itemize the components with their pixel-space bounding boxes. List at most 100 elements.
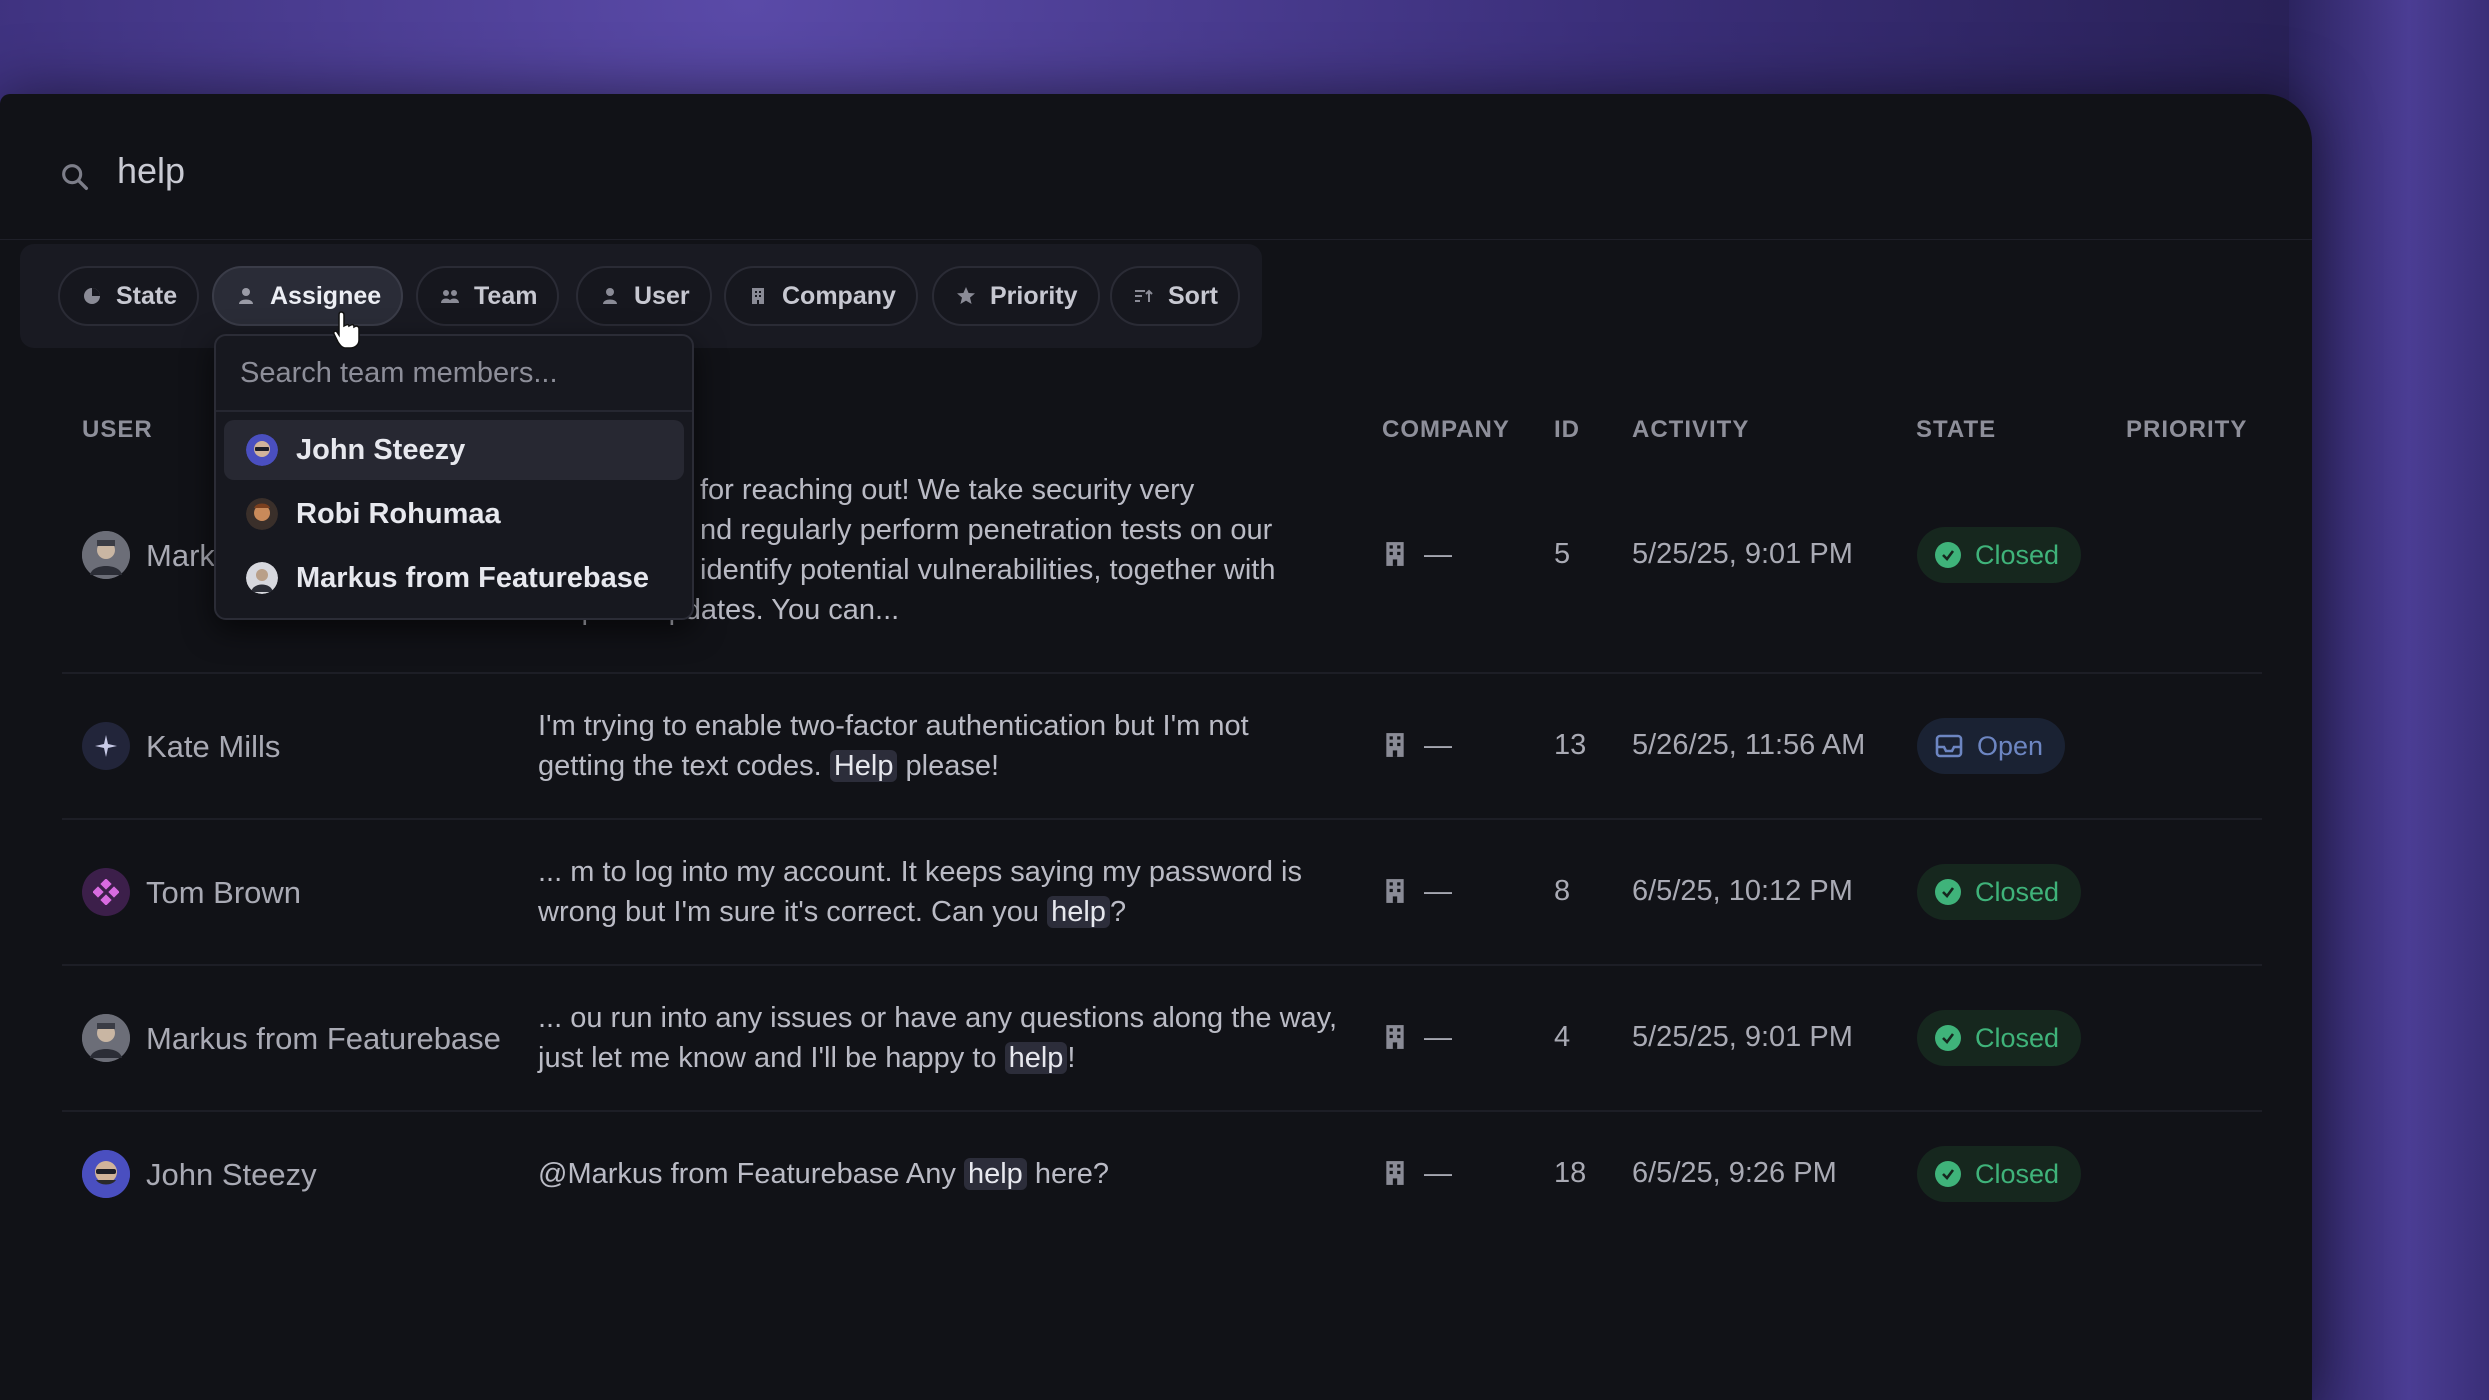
activity-time: 6/5/25, 10:12 PM: [1632, 875, 1853, 907]
team-icon: [441, 290, 459, 303]
status-badge[interactable]: Closed: [1917, 1010, 2082, 1066]
person-avatar-icon: [246, 434, 278, 466]
search-highlight: help: [1047, 896, 1110, 928]
filter-label: Assignee: [270, 281, 382, 310]
activity-time: 6/5/25, 9:26 PM: [1632, 1157, 1837, 1189]
ticket-id: 18: [1554, 1157, 1587, 1189]
search-highlight: help: [963, 1158, 1027, 1190]
sort-icon: [1135, 289, 1153, 302]
ticket-id: 5: [1554, 538, 1571, 570]
building-icon: [752, 288, 764, 304]
message-preview: ... ou run into any issues or have any q…: [538, 998, 1338, 1078]
filter-label: Priority: [990, 281, 1078, 310]
filter-label: Team: [474, 281, 538, 310]
building-icon: [1386, 1025, 1404, 1049]
ticket-id: 4: [1554, 1021, 1571, 1053]
assignee-dropdown: John Steezy Robi Rohumaa Markus from Fea…: [214, 334, 694, 620]
filter-sort-chip[interactable]: Sort: [1110, 266, 1240, 326]
building-icon: [1386, 542, 1404, 566]
user-name: John Steezy: [146, 1157, 317, 1192]
message-text: ... ou run into any issues or have any q…: [538, 1002, 1338, 1074]
header-id[interactable]: ID: [1554, 416, 1580, 444]
table-row[interactable]: Tom Brown ... m to log into my account. …: [62, 820, 2262, 966]
message-preview: @Markus from Featurebase Any help here?: [538, 1154, 1338, 1194]
table-row[interactable]: John Steezy @Markus from Featurebase Any…: [62, 1112, 2262, 1236]
star-icon: [957, 287, 975, 304]
member-name: Robi Rohumaa: [296, 497, 501, 530]
ticket-id: 13: [1554, 729, 1587, 761]
message-preview: I'm trying to enable two-factor authenti…: [538, 706, 1338, 786]
message-text: ... m to log into my account. It keeps s…: [538, 856, 1302, 928]
status-badge[interactable]: Closed: [1917, 1146, 2082, 1202]
status-label: Closed: [1975, 876, 2060, 907]
table-row[interactable]: Markus from Featurebase ... ou run into …: [62, 966, 2262, 1112]
status-label: Closed: [1975, 539, 2060, 570]
user-name: Tom Brown: [146, 875, 302, 910]
check-circle-icon: [1935, 542, 1961, 568]
background-strip: [2289, 0, 2489, 1400]
message-text: !: [1067, 1042, 1076, 1074]
filter-assignee-chip[interactable]: Assignee: [212, 266, 404, 326]
check-circle-icon: [1935, 1025, 1961, 1051]
filter-label: Company: [782, 281, 896, 310]
company-cell: —: [1384, 1021, 1452, 1053]
avatar: [82, 722, 130, 770]
status-label: Open: [1977, 730, 2044, 761]
company-cell: —: [1384, 1157, 1452, 1189]
status-badge[interactable]: Open: [1917, 718, 2066, 774]
company-value: —: [1424, 538, 1452, 569]
avatar: [82, 1150, 130, 1198]
search-highlight: help: [1004, 1042, 1068, 1074]
building-icon: [1386, 879, 1404, 903]
company-value: —: [1424, 1157, 1452, 1188]
diamond-pattern-icon: [93, 879, 119, 905]
search-panel: help State Assignee Team User Company Pr…: [0, 94, 2312, 1400]
building-icon: [1386, 1161, 1404, 1185]
team-member-search-input[interactable]: [216, 336, 692, 412]
user-name: Kate Mills: [146, 729, 281, 764]
company-cell: —: [1384, 538, 1452, 570]
company-cell: —: [1384, 729, 1452, 761]
filter-priority-chip[interactable]: Priority: [932, 266, 1100, 326]
ticket-id: 8: [1554, 875, 1571, 907]
dropdown-item-john-steezy[interactable]: John Steezy: [224, 420, 684, 480]
activity-time: 5/25/25, 9:01 PM: [1632, 538, 1853, 570]
header-user[interactable]: USER: [82, 416, 153, 444]
user-name: Markus from Featurebase: [146, 1021, 501, 1056]
filter-user-chip[interactable]: User: [576, 266, 712, 326]
company-value: —: [1424, 729, 1452, 760]
filter-label: State: [116, 281, 178, 310]
header-state[interactable]: STATE: [1916, 416, 1996, 444]
message-text: @Markus from Featurebase Any: [538, 1158, 964, 1190]
status-label: Closed: [1975, 1158, 2060, 1189]
company-value: —: [1424, 875, 1452, 906]
search-bar[interactable]: help: [0, 94, 2312, 240]
filter-company-chip[interactable]: Company: [724, 266, 918, 326]
filter-team-chip[interactable]: Team: [416, 266, 560, 326]
member-name: John Steezy: [296, 433, 466, 466]
company-value: —: [1424, 1021, 1452, 1052]
search-input[interactable]: help: [117, 150, 185, 192]
sparkle-icon: [95, 735, 117, 757]
person-avatar-icon: [246, 562, 278, 594]
search-highlight: Help: [829, 750, 898, 782]
person-avatar-icon: [82, 531, 130, 579]
dropdown-item-markus[interactable]: Markus from Featurebase: [224, 548, 684, 608]
building-icon: [1386, 733, 1404, 757]
header-activity[interactable]: ACTIVITY: [1632, 416, 1749, 444]
filter-state-chip[interactable]: State: [58, 266, 200, 326]
filter-bar: State Assignee Team User Company Priorit…: [20, 244, 1262, 348]
status-badge[interactable]: Closed: [1917, 864, 2082, 920]
message-preview: ... m to log into my account. It keeps s…: [538, 852, 1338, 932]
state-icon: [84, 288, 100, 304]
dropdown-item-robi-rohumaa[interactable]: Robi Rohumaa: [224, 484, 684, 544]
status-label: Closed: [1975, 1022, 2060, 1053]
filter-label: Sort: [1168, 281, 1218, 310]
status-badge[interactable]: Closed: [1917, 527, 2082, 583]
header-priority[interactable]: PRIORITY: [2126, 416, 2247, 444]
table-row[interactable]: Kate Mills I'm trying to enable two-fact…: [62, 674, 2262, 820]
filter-label: User: [634, 281, 690, 310]
person-avatar-icon: [82, 1150, 130, 1198]
header-company[interactable]: COMPANY: [1382, 416, 1510, 444]
inbox-icon: [1935, 734, 1963, 758]
